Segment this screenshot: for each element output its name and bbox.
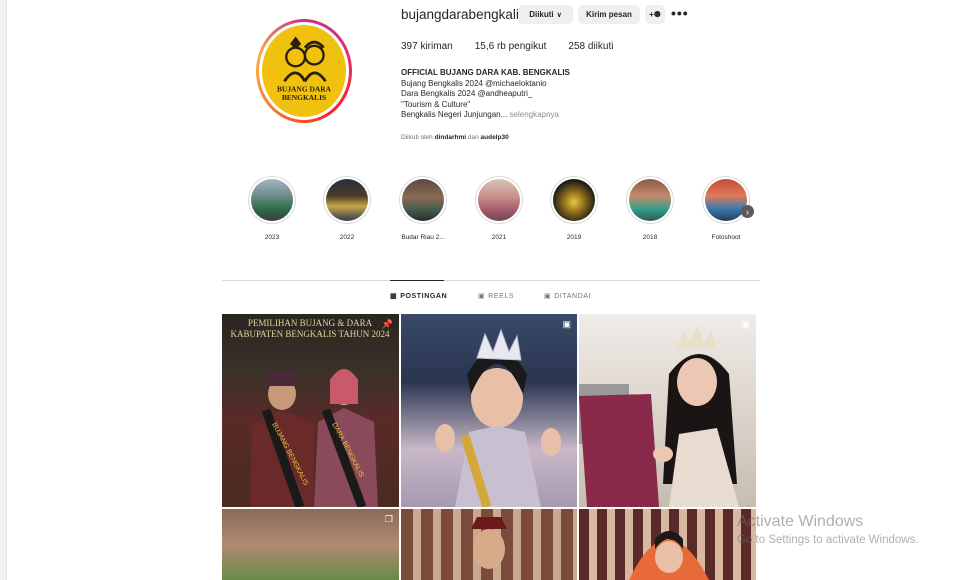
highlight-item[interactable]: 2019 [549, 176, 599, 241]
post-image [579, 326, 739, 507]
tagged-icon: ▣ [544, 293, 552, 300]
svg-text:PEMILIHAN BUJANG & DARA: PEMILIHAN BUJANG & DARA [248, 318, 373, 328]
active-tab-indicator [390, 280, 444, 281]
posts-count[interactable]: 397 kiriman [401, 41, 453, 52]
highlight-label: Budar Riau 2... [401, 234, 445, 241]
carousel-icon: ❒ [384, 514, 393, 524]
post-image [471, 517, 507, 569]
browser-left-edge [0, 0, 7, 580]
profile-bio: OFFICIAL BUJANG DARA KAB. BENGKALIS Buja… [401, 68, 570, 121]
bio-line: Bengkalis Negeri Junjungan... selengkapn… [401, 110, 559, 119]
post-thumbnail[interactable]: ▣ [401, 314, 577, 507]
highlight-label: 2018 [642, 234, 658, 241]
post-thumbnail[interactable]: PEMILIHAN BUJANG & DARA KABUPATEN BENGKA… [222, 314, 399, 507]
highlight-item[interactable]: Budar Riau 2... [398, 176, 448, 241]
following-button-label: Diikuti [529, 10, 554, 19]
bio-more-link[interactable]: selengkapnya [510, 110, 559, 119]
chevron-down-icon: ∨ [556, 11, 562, 19]
highlight-item[interactable]: 2021 [474, 176, 524, 241]
tab-posts[interactable]: ▦ POSTINGAN [390, 292, 447, 301]
followed-by[interactable]: Diikuti oleh dindarhmi dan audelp30 [401, 134, 509, 141]
bio-line: Dara Bengkalis 2024 @andheaputri_ [401, 89, 533, 98]
post-thumbnail[interactable]: ❒ [222, 509, 399, 580]
post-image: PEMILIHAN BUJANG & DARA KABUPATEN BENGKA… [230, 318, 390, 507]
grid-icon: ▦ [390, 293, 398, 300]
reels-icon: ▣ [478, 293, 486, 300]
profile-avatar[interactable]: BUJANG DARA BENGKALIS [256, 19, 352, 123]
follower-link[interactable]: dindarhmi [435, 134, 466, 141]
profile-stats: 397 kiriman 15,6 rb pengikut 258 diikuti [401, 41, 613, 52]
tab-tagged[interactable]: ▣ DITANDAI [544, 292, 591, 301]
post-image [435, 328, 561, 507]
svg-text:BENGKALIS: BENGKALIS [282, 93, 326, 102]
person-add-icon[interactable]: +⚉ [645, 5, 665, 24]
highlight-label: Fotoshoot [711, 234, 741, 241]
post-thumbnail[interactable] [579, 509, 756, 580]
bio-line: "Tourism & Culture" [401, 99, 471, 109]
highlight-item[interactable]: 2018 [625, 176, 675, 241]
tabs-divider [222, 280, 760, 281]
following-count[interactable]: 258 diikuti [568, 41, 613, 52]
highlight-item[interactable]: 2022 [322, 176, 372, 241]
highlight-item[interactable]: 2023 [247, 176, 297, 241]
post-thumbnail[interactable] [401, 509, 577, 580]
profile-username: bujangdarabengkalis [401, 7, 526, 22]
reels-icon: ▣ [562, 319, 571, 329]
pin-icon: 📌 [381, 319, 393, 329]
svg-text:KABUPATEN BENGKALIS TAHUN 2024: KABUPATEN BENGKALIS TAHUN 2024 [230, 329, 390, 339]
reels-icon: ▣ [741, 319, 750, 329]
more-horizontal-icon[interactable]: ••• [671, 5, 689, 21]
bio-name: OFFICIAL BUJANG DARA KAB. BENGKALIS [401, 68, 570, 77]
highlight-label: 2022 [339, 234, 355, 241]
highlight-label: 2019 [566, 234, 582, 241]
bujang-dara-logo: BUJANG DARA BENGKALIS [277, 36, 332, 102]
followers-count[interactable]: 15,6 rb pengikut [475, 41, 547, 52]
bio-line: Bujang Bengkalis 2024 @michaeloktanio [401, 78, 547, 88]
highlight-label: 2021 [491, 234, 507, 241]
post-image [629, 531, 709, 580]
post-thumbnail[interactable]: ▣ [579, 314, 756, 507]
following-button[interactable]: Diikuti ∨ [518, 5, 573, 24]
chevron-right-icon[interactable]: › [741, 205, 754, 218]
tab-reels[interactable]: ▣ REELS [478, 292, 514, 301]
windows-activation-watermark: Activate Windows Go to Settings to activ… [737, 513, 919, 546]
highlight-label: 2023 [264, 234, 280, 241]
follower-link[interactable]: audelp30 [481, 134, 509, 141]
message-button[interactable]: Kirim pesan [578, 5, 640, 24]
